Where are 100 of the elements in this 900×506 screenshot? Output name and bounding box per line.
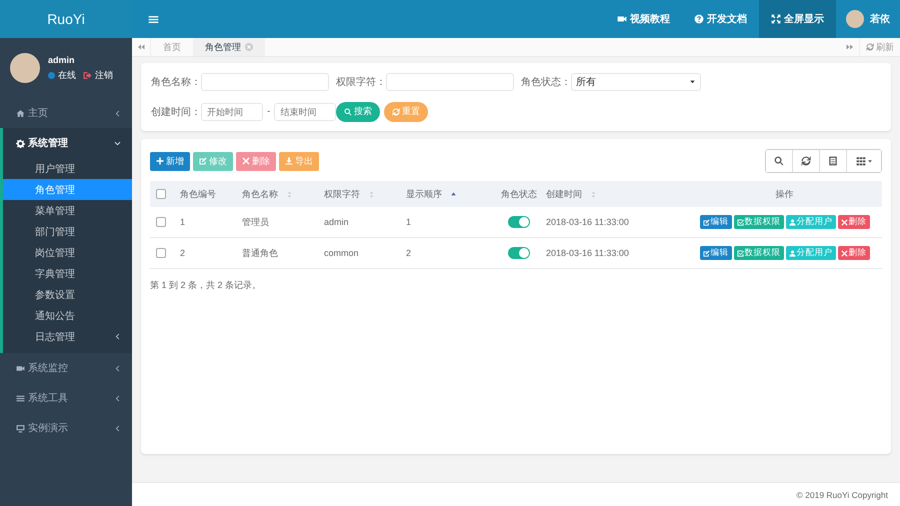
caret-down-icon bbox=[689, 78, 696, 85]
top-nav-link[interactable]: 开发文档 bbox=[682, 0, 759, 38]
list-icon bbox=[16, 394, 25, 402]
sidebar-item[interactable]: 主页 bbox=[0, 98, 132, 128]
columns-icon bbox=[856, 156, 866, 166]
table-cell: 1 bbox=[406, 217, 412, 227]
table-cell: 管理员 bbox=[242, 216, 269, 226]
sort-up-icon bbox=[450, 190, 457, 198]
field-label: 角色名称： bbox=[151, 76, 201, 88]
edit-icon bbox=[702, 250, 710, 256]
checkbox[interactable] bbox=[156, 217, 166, 228]
download-icon bbox=[285, 157, 293, 165]
sort-icon bbox=[368, 190, 375, 198]
status-toggle[interactable] bbox=[508, 247, 530, 259]
checkbox[interactable] bbox=[156, 189, 166, 200]
action-button[interactable]: 删除 bbox=[838, 215, 870, 229]
table-cell: admin bbox=[324, 217, 349, 227]
column-header: 角色编号 bbox=[180, 188, 216, 200]
sidebar-item[interactable]: 系统监控 bbox=[0, 353, 132, 383]
action-button[interactable]: 数据权限 bbox=[734, 215, 784, 229]
user-icon bbox=[788, 218, 796, 226]
backward-icon bbox=[137, 43, 145, 51]
close-icon bbox=[840, 218, 848, 226]
status-text: 在线 bbox=[58, 68, 76, 82]
checkbox[interactable] bbox=[156, 248, 166, 258]
chevron-left-icon bbox=[113, 108, 122, 118]
chevron-left-icon bbox=[113, 364, 122, 372]
action-button[interactable]: 编辑 bbox=[700, 215, 732, 229]
action-button[interactable]: 编辑 bbox=[700, 246, 732, 260]
video-camera-icon bbox=[617, 14, 627, 24]
chevron-left-icon bbox=[113, 394, 122, 402]
sidebar-subitem[interactable]: 字典管理 bbox=[3, 263, 132, 284]
plus-icon bbox=[156, 157, 164, 165]
sidebar-subitem[interactable]: 用户管理 bbox=[3, 158, 132, 179]
input-field[interactable] bbox=[386, 72, 514, 90]
sidebar-item[interactable]: 系统管理 bbox=[3, 128, 132, 158]
list-icon bbox=[148, 14, 159, 24]
caret-down-icon bbox=[866, 158, 872, 164]
range-separator: - bbox=[266, 106, 272, 117]
search-button[interactable]: 搜索 bbox=[336, 102, 380, 122]
home-icon bbox=[16, 108, 25, 118]
sidebar-subitem[interactable]: 日志管理 bbox=[3, 326, 132, 347]
table-cell: 2 bbox=[180, 248, 186, 258]
video-camera-icon bbox=[16, 364, 25, 372]
top-nav-link[interactable]: 视频教程 bbox=[605, 0, 682, 38]
sidebar-subitem[interactable]: 菜单管理 bbox=[3, 200, 132, 221]
search-button[interactable] bbox=[766, 150, 793, 172]
sidebar-subitem[interactable]: 参数设置 bbox=[3, 284, 132, 305]
app-logo: RuoYi bbox=[0, 0, 132, 38]
monitor-icon bbox=[16, 424, 25, 432]
refresh-icon bbox=[801, 156, 811, 166]
edit-icon bbox=[702, 218, 710, 226]
search-icon bbox=[344, 108, 352, 116]
status-dot bbox=[48, 72, 55, 78]
refresh-link[interactable]: 刷新 bbox=[860, 40, 900, 54]
edit-icon bbox=[199, 157, 207, 165]
table-cell: common bbox=[324, 248, 359, 258]
status-toggle[interactable] bbox=[508, 216, 530, 228]
sidebar-subitem[interactable]: 角色管理 bbox=[3, 179, 132, 200]
top-nav-link[interactable]: 全屏显示 bbox=[759, 0, 836, 38]
field-label: 权限字符： bbox=[336, 76, 386, 88]
input-field[interactable] bbox=[201, 72, 329, 90]
column-header[interactable]: 创建时间 bbox=[546, 188, 597, 200]
table-cell: 2018-03-16 11:33:00 bbox=[546, 248, 629, 258]
sort-icon bbox=[286, 190, 293, 198]
refresh-icon bbox=[866, 43, 874, 51]
pagination-info: 第 1 到 2 条，共 2 条记录。 bbox=[150, 279, 262, 292]
user-name: admin bbox=[48, 54, 76, 64]
action-button[interactable]: 删除 bbox=[838, 246, 870, 260]
close-icon bbox=[242, 157, 250, 165]
sidebar-item[interactable]: 实例演示 bbox=[0, 413, 132, 443]
gear-icon bbox=[16, 138, 25, 148]
table-cell: 2018-03-16 11:33:00 bbox=[546, 217, 629, 227]
field-label: 创建时间： bbox=[151, 106, 201, 118]
toolbar-button[interactable]: 新增 bbox=[150, 152, 190, 170]
page-tab[interactable]: 首页 bbox=[151, 38, 193, 56]
avatar bbox=[846, 10, 864, 28]
table-cell: 2 bbox=[406, 248, 412, 258]
chevron-left-icon bbox=[113, 332, 122, 341]
document-icon bbox=[828, 156, 838, 166]
refresh-icon bbox=[392, 108, 400, 116]
column-header: 角色状态 bbox=[501, 188, 537, 200]
start-date-field[interactable]: 开始时间 bbox=[201, 102, 263, 120]
action-button[interactable]: 数据权限 bbox=[734, 246, 784, 260]
table-cell: 普通角色 bbox=[242, 248, 278, 258]
status-dropdown[interactable]: 所有 bbox=[571, 72, 701, 90]
table-cell: 1 bbox=[180, 217, 186, 227]
forward-icon bbox=[846, 43, 854, 51]
sidebar-subitem[interactable]: 通知公告 bbox=[3, 305, 132, 326]
close-icon bbox=[840, 250, 848, 256]
user-icon bbox=[788, 250, 796, 256]
sidebar-item[interactable]: 系统工具 bbox=[0, 383, 132, 413]
avatar bbox=[10, 53, 40, 83]
logout-link[interactable]: 注销 bbox=[95, 68, 113, 82]
page-tab[interactable]: 角色管理 bbox=[193, 38, 265, 56]
sidebar-subitem[interactable]: 岗位管理 bbox=[3, 242, 132, 263]
user-name[interactable]: 若依 bbox=[870, 12, 890, 26]
sidebar-subitem[interactable]: 部门管理 bbox=[3, 221, 132, 242]
end-date-field[interactable]: 结束时间 bbox=[274, 102, 336, 120]
close-icon[interactable] bbox=[245, 43, 253, 51]
